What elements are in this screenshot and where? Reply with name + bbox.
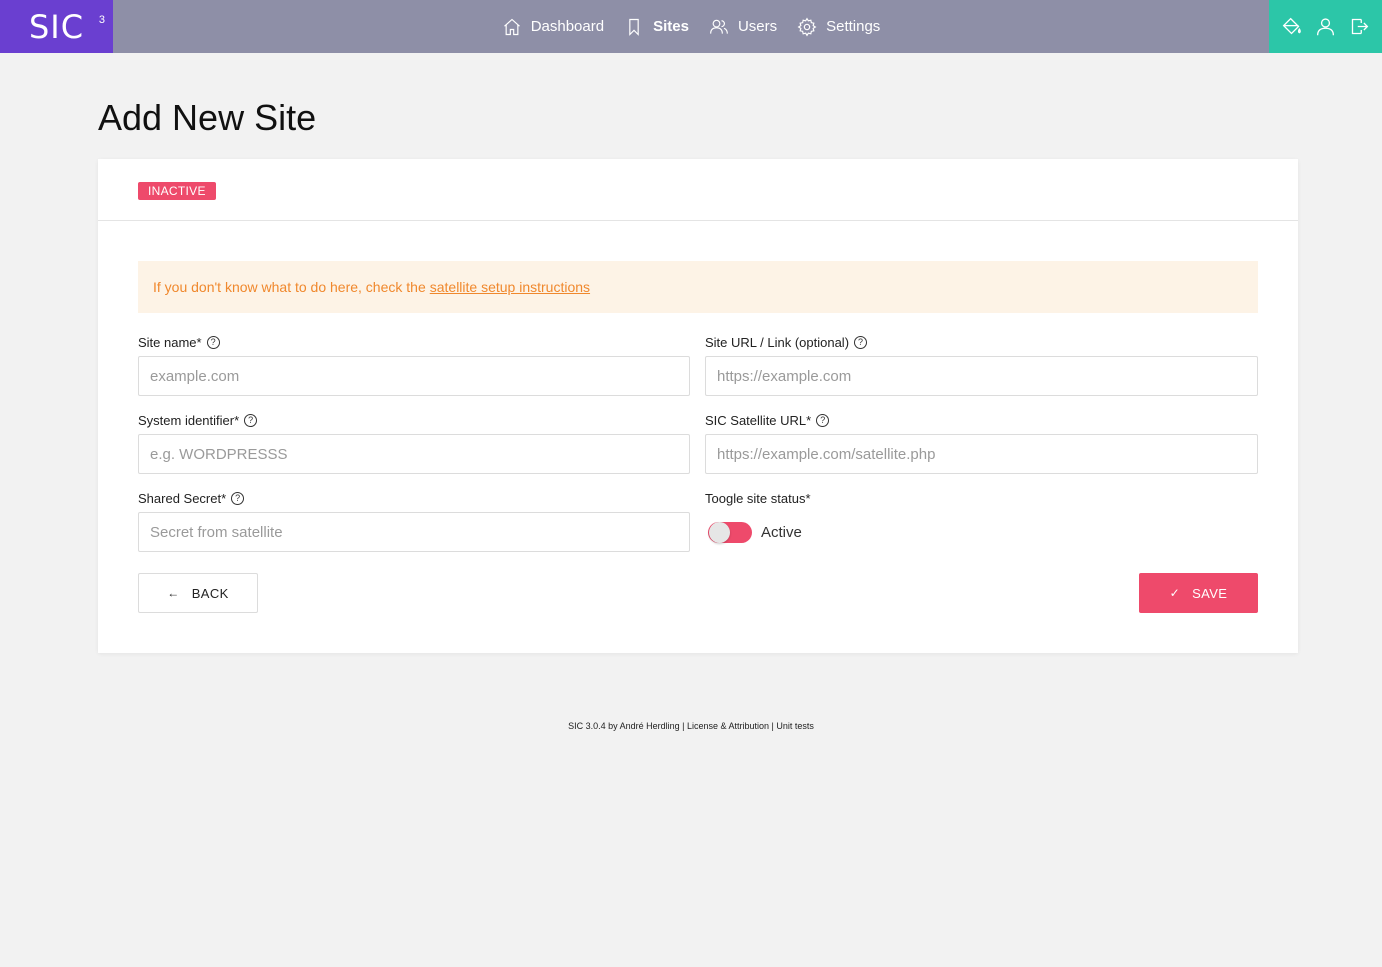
site-url-input[interactable] [705, 356, 1258, 396]
system-identifier-label-text: System identifier* [138, 413, 240, 428]
nav-item-users[interactable]: Users [709, 17, 777, 37]
page-title: Add New Site [98, 97, 317, 138]
top-navigation-bar: SIC 3 Dashboard Sites Users Settings [0, 0, 1382, 53]
help-icon[interactable]: ? [854, 336, 868, 349]
nav-item-sites[interactable]: Sites [624, 17, 689, 37]
users-icon [710, 19, 728, 34]
site-status-toggle[interactable] [708, 522, 752, 543]
help-icon[interactable]: ? [206, 336, 220, 349]
nav-item-dashboard[interactable]: Dashboard [502, 17, 604, 37]
gear-icon [797, 17, 817, 36]
shared-secret-input[interactable] [138, 512, 690, 552]
site-url-label-text: Site URL / Link (optional) [705, 335, 850, 350]
site-name-label: Site name* ? [138, 335, 220, 350]
shared-secret-label-text: Shared Secret* [138, 491, 227, 506]
site-status-label-text: Toogle site status* [705, 491, 811, 506]
license-link[interactable]: License & Attribution [687, 721, 769, 731]
app-logo[interactable]: SIC 3 [0, 0, 113, 53]
back-button[interactable]: ← BACK [138, 573, 258, 613]
setup-notice: If you don't know what to do here, check… [138, 261, 1258, 313]
nav-label-dashboard: Dashboard [530, 18, 605, 35]
site-url-label: Site URL / Link (optional) ? [705, 335, 868, 350]
main-nav: Dashboard Sites Users Settings [0, 0, 1382, 53]
system-identifier-label: System identifier* ? [138, 413, 258, 428]
site-status-value: Active [761, 524, 802, 541]
logout-button[interactable] [1349, 16, 1370, 37]
system-identifier-input[interactable] [138, 434, 690, 474]
toolbar-right [1269, 0, 1382, 53]
nav-label-settings: Settings [826, 18, 881, 35]
status-badge: INACTIVE [138, 182, 216, 200]
card-header: INACTIVE [98, 159, 1298, 221]
back-button-label: BACK [191, 585, 229, 601]
unit-tests-link[interactable]: Unit tests [776, 721, 814, 731]
notice-text: If you don't know what to do here, check… [153, 279, 426, 295]
bookmark-icon [629, 18, 639, 36]
logo-version: 3 [98, 14, 105, 26]
help-icon[interactable]: ? [244, 414, 258, 427]
home-icon [503, 18, 520, 35]
user-icon [1316, 18, 1335, 36]
help-icon[interactable]: ? [816, 414, 830, 427]
logo-text: SIC [28, 7, 85, 46]
satellite-url-label-text: SIC Satellite URL* [705, 413, 812, 428]
checkmark-icon: ✓ [1169, 586, 1181, 600]
footer-credit: SIC 3.0.4 by André Herdling | [568, 721, 687, 731]
nav-label-users: Users [737, 18, 778, 35]
site-name-label-text: Site name* [138, 335, 202, 350]
toggle-knob [709, 522, 730, 543]
shared-secret-label: Shared Secret* ? [138, 491, 245, 506]
arrow-left-icon: ← [167, 586, 180, 600]
satellite-url-input[interactable] [705, 434, 1258, 474]
nav-item-settings[interactable]: Settings [797, 17, 880, 37]
site-name-input[interactable] [138, 356, 690, 396]
paint-bucket-icon [1282, 17, 1301, 35]
setup-instructions-link[interactable]: satellite setup instructions [430, 279, 590, 295]
profile-button[interactable] [1315, 16, 1336, 37]
site-status-label: Toogle site status* [705, 491, 811, 506]
theme-button[interactable] [1281, 16, 1302, 37]
nav-label-sites: Sites [653, 18, 689, 35]
logout-icon [1351, 18, 1369, 35]
footer: SIC 3.0.4 by André Herdling | License & … [0, 721, 1382, 731]
satellite-url-label: SIC Satellite URL* ? [705, 413, 830, 428]
save-button[interactable]: ✓ SAVE [1139, 573, 1258, 613]
site-form-card: INACTIVE If you don't know what to do he… [98, 159, 1298, 653]
save-button-label: SAVE [1192, 585, 1228, 601]
help-icon[interactable]: ? [231, 492, 245, 505]
